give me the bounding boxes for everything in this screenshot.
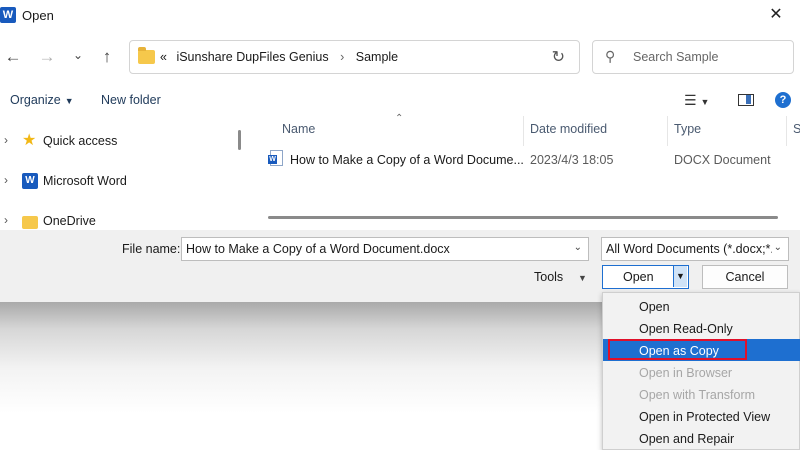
file-row[interactable]: How to Make a Copy of a Word Docume... 2… — [250, 148, 800, 172]
open-button-label: Open — [623, 270, 654, 284]
organize-button[interactable]: Organize ▼ — [10, 93, 74, 107]
word-icon: W — [22, 173, 38, 189]
caret-down-icon[interactable]: ▼ — [674, 266, 687, 287]
filetype-select[interactable]: All Word Documents (*.docx;*.d ⌄ — [601, 237, 789, 261]
menu-item-label: Open — [639, 300, 670, 314]
menu-item-open-in-protected-view[interactable]: Open in Protected View — [603, 405, 800, 427]
file-name: How to Make a Copy of a Word Docume... — [290, 153, 524, 167]
caret-down-icon[interactable]: ▼ — [578, 273, 587, 283]
column-header-type[interactable]: Type — [674, 122, 701, 136]
title-bar: W Open ✕ — [0, 0, 800, 30]
navigation-pane: › ★ Quick access › W Microsoft Word › On… — [0, 116, 246, 230]
breadcrumb: « iSunshare DupFiles Genius › Sample — [160, 50, 398, 64]
file-type: DOCX Document — [674, 153, 771, 167]
breadcrumb-item[interactable]: iSunshare DupFiles Genius — [176, 50, 328, 64]
filename-input[interactable]: How to Make a Copy of a Word Document.do… — [181, 237, 589, 261]
menu-item-open[interactable]: Open — [603, 295, 800, 317]
breadcrumb-item[interactable]: Sample — [356, 50, 398, 64]
chevron-down-icon: ⌄ — [72, 48, 84, 62]
menu-item-label: Open with Transform — [639, 388, 756, 402]
file-date: 2023/4/3 18:05 — [530, 153, 614, 167]
open-options-menu: Open Open Read-Only Open as Copy Open in… — [602, 292, 800, 450]
chevron-down-icon[interactable]: ⌄ — [771, 242, 782, 253]
up-button[interactable]: ↑ — [96, 46, 118, 68]
recent-locations-button[interactable]: ⌄ — [67, 44, 89, 66]
onedrive-folder-icon — [22, 216, 38, 229]
arrow-left-icon: ← — [4, 47, 22, 66]
sort-ascending-icon: ⌃ — [395, 113, 404, 124]
search-box[interactable]: ⚲ Search Sample — [592, 40, 794, 74]
sidebar-item-label: Microsoft Word — [43, 174, 127, 188]
column-header-name[interactable]: Name — [282, 122, 315, 136]
new-folder-button[interactable]: New folder — [101, 93, 161, 107]
close-button[interactable]: ✕ — [758, 3, 794, 27]
sidebar-item-label: Quick access — [43, 134, 118, 148]
menu-item-open-and-repair[interactable]: Open and Repair — [603, 427, 800, 449]
file-list: ⌃ Name Date modified Type S How to Make … — [250, 113, 800, 230]
docx-file-icon — [268, 150, 283, 166]
breadcrumb-overflow[interactable]: « — [160, 50, 167, 64]
arrow-right-icon: → — [38, 47, 56, 66]
search-icon: ⚲ — [605, 48, 616, 64]
menu-item-label: Open in Protected View — [639, 410, 771, 424]
refresh-icon[interactable]: ↻ — [552, 47, 565, 67]
arrow-up-icon: ↑ — [102, 47, 112, 66]
organize-label: Organize — [10, 93, 61, 107]
sidebar-item-microsoft-word[interactable]: › W Microsoft Word — [0, 170, 230, 192]
sidebar-scrollbar[interactable] — [238, 130, 241, 150]
column-divider[interactable] — [523, 116, 524, 146]
close-icon: ✕ — [769, 6, 783, 23]
horizontal-scrollbar[interactable] — [268, 216, 778, 219]
open-dialog: W Open ✕ ← → ⌄ ↑ « iSunshare DupFiles Ge… — [0, 0, 800, 302]
cancel-button-label: Cancel — [725, 270, 765, 284]
menu-item-label: Open in Browser — [639, 366, 733, 380]
menu-item-label: Open Read-Only — [639, 322, 733, 336]
chevron-right-icon[interactable]: › — [4, 173, 8, 187]
help-icon[interactable]: ? — [775, 92, 791, 108]
menu-item-open-with-transform: Open with Transform — [603, 383, 800, 405]
caret-down-icon: ▼ — [64, 96, 74, 106]
address-bar[interactable]: « iSunshare DupFiles Genius › Sample ↻ — [129, 40, 580, 74]
filename-label: File name: — [122, 242, 181, 256]
column-header-size[interactable]: S — [793, 122, 800, 136]
window-title: Open — [22, 8, 54, 23]
sidebar-item-quick-access[interactable]: › ★ Quick access — [0, 130, 230, 152]
annotation-highlight — [608, 339, 747, 360]
breadcrumb-separator-icon[interactable]: › — [340, 50, 344, 64]
cancel-button[interactable]: Cancel — [702, 265, 788, 289]
preview-pane-icon[interactable] — [738, 94, 754, 106]
menu-item-label: Open and Repair — [639, 432, 735, 446]
filetype-value: All Word Documents (*.docx;*.d — [606, 242, 781, 256]
menu-item-open-in-browser: Open in Browser — [603, 361, 800, 383]
chevron-down-icon[interactable]: ⌄ — [574, 242, 582, 253]
menu-item-open-read-only[interactable]: Open Read-Only — [603, 317, 800, 339]
view-options-icon[interactable]: ☰ ▼ — [684, 92, 709, 109]
search-placeholder: Search Sample — [633, 50, 719, 64]
column-header-date[interactable]: Date modified — [530, 122, 607, 136]
tools-button[interactable]: Tools — [534, 270, 563, 284]
sidebar-item-onedrive[interactable]: › OneDrive — [0, 210, 230, 232]
chevron-right-icon[interactable]: › — [4, 213, 8, 227]
back-button[interactable]: ← — [2, 46, 24, 68]
star-icon: ★ — [22, 132, 37, 149]
open-split-button[interactable]: Open ▼ — [602, 265, 689, 289]
folder-icon — [138, 47, 155, 64]
filename-value: How to Make a Copy of a Word Document.do… — [186, 242, 450, 256]
sidebar-item-label: OneDrive — [43, 214, 96, 228]
word-app-icon: W — [0, 7, 16, 23]
forward-button[interactable]: → — [36, 46, 58, 68]
column-divider[interactable] — [667, 116, 668, 146]
column-divider[interactable] — [786, 116, 787, 146]
chevron-right-icon[interactable]: › — [4, 133, 8, 147]
